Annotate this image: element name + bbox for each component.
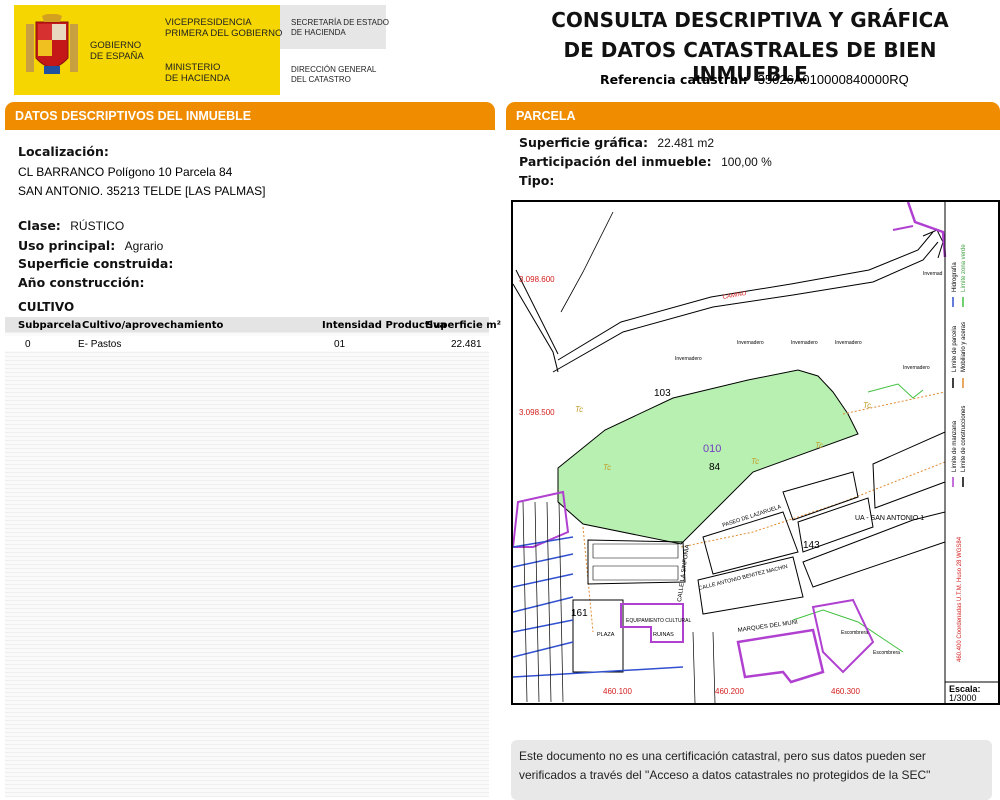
coords-note: 460.400 Coordenadas U.T.M. Huso 28 WGS84 <box>957 536 963 662</box>
cultivo-table <box>5 317 489 797</box>
localizacion-label: Localización: <box>18 144 109 159</box>
paseo-label: PASEO DE LAZARUELA <box>722 504 783 529</box>
marques-label: MARQUES DEL MUNI <box>737 620 798 634</box>
coord-x1: 460.100 <box>603 687 632 696</box>
coord-x2: 460.200 <box>715 687 744 696</box>
legend-hidro: Hidrografía <box>952 262 958 292</box>
coord-y2: 3.098.500 <box>519 408 555 417</box>
localizacion-line2: SAN ANTONIO. 35213 TELDE [LAS PALMAS] <box>18 184 266 198</box>
poligono-label: 010 <box>703 443 721 455</box>
equipamiento-label: EQUIPAMIENTO CULTURAL <box>626 618 692 624</box>
th-superficie: Superficie m² <box>426 320 502 331</box>
parcel-number: 84 <box>709 462 721 473</box>
participacion-row: Participación del inmueble: 100,00 % <box>519 154 772 169</box>
cell-intensidad: 01 <box>334 339 346 350</box>
camino-label: CAMINO <box>722 291 747 301</box>
ua-label: UA - SAN ANTONIO 1 <box>855 515 924 522</box>
ruinas-label: RUINAS <box>653 632 674 638</box>
tc-label-1: Tc <box>575 405 583 414</box>
invernad-label: Invernad <box>923 271 943 277</box>
cell-cultivo: E- Pastos <box>78 339 122 350</box>
tc-label-3: Tc <box>751 457 759 466</box>
legend-mobiliario: Mobiliario y aceras <box>961 322 967 372</box>
th-cultivo: Cultivo/aprovechamiento <box>82 320 224 331</box>
superficie-grafica-row: Superficie gráfica: 22.481 m2 <box>519 135 715 150</box>
uso-row: Uso principal: Agrario <box>18 238 164 253</box>
cell-superficie: 22.481 <box>451 339 482 350</box>
coord-x3: 460.300 <box>831 687 860 696</box>
legend-construcciones: Límite de construcciones <box>961 406 967 472</box>
label-103: 103 <box>654 388 671 399</box>
page-title-line1: CONSULTA DESCRIPTIVA Y GRÁFICA <box>551 8 949 32</box>
localizacion-line1: CL BARRANCO Polígono 10 Parcela 84 <box>18 165 233 179</box>
section-underline-right <box>506 127 1000 130</box>
section-datos-descriptivos: DATOS DESCRIPTIVOS DEL INMUEBLE <box>5 102 495 127</box>
tc-label-2: Tc <box>603 463 611 472</box>
tc-label-4: Tc <box>815 441 823 450</box>
plaza-label: PLAZA <box>597 632 615 638</box>
invernadero-label-1: Invernadero <box>675 356 702 362</box>
invernadero-label-3: Invernadero <box>791 340 818 346</box>
escala-value: 1/3000 <box>949 693 977 703</box>
clase-row: Clase: RÚSTICO <box>18 218 125 233</box>
escombrera-label-1: Escombrera <box>841 630 868 636</box>
section-parcela: PARCELA <box>506 102 1000 127</box>
tipo-label: Tipo: <box>519 173 555 188</box>
cadastral-map[interactable]: 3.098.600 3.098.500 460.100 460.200 460.… <box>511 200 1000 705</box>
escombrera-label-2: Escombrera <box>873 650 900 656</box>
calle-sinfonia-label: CALLE LA SINFONIA <box>677 544 691 602</box>
superficie-construida-label: Superficie construida: <box>18 256 174 271</box>
label-161: 161 <box>571 608 588 619</box>
vice-label: VICEPRESIDENCIA PRIMERA DEL GOBIERNO <box>165 17 283 39</box>
gov-label: GOBIERNO DE ESPAÑA <box>90 40 144 62</box>
anio-construccion-label: Año construcción: <box>18 275 145 290</box>
cultivo-title: CULTIVO <box>18 300 75 314</box>
label-143: 143 <box>803 540 820 551</box>
invernadero-label-2: Invernadero <box>737 340 764 346</box>
ministry-label: MINISTERIO DE HACIENDA <box>165 62 230 84</box>
coord-y1: 3.098.600 <box>519 275 555 284</box>
legend-parcela: Límite de parcela <box>952 325 958 372</box>
invernadero-label-5: Invernadero <box>903 365 930 371</box>
disclaimer-notice: Este documento no es una certificación c… <box>511 740 992 800</box>
parcel-84-shape <box>557 369 859 545</box>
cell-subparcela: 0 <box>25 339 31 350</box>
direccion-label: DIRECCIÓN GENERAL DEL CATASTRO <box>291 65 377 84</box>
legend-verde: Límite zona verde <box>961 244 967 292</box>
section-underline <box>5 127 495 130</box>
invernadero-label-4: Invernadero <box>835 340 862 346</box>
coat-of-arms-icon <box>26 14 78 74</box>
referencia-catastral: Referencia catastral: 35026A010000840000R… <box>600 72 909 87</box>
legend-manzana: Límite de manzana <box>952 420 958 472</box>
tc-label-5: Tc <box>863 401 871 410</box>
th-subparcela: Subparcela <box>18 320 82 331</box>
secretaria-label: SECRETARÍA DE ESTADO DE HACIENDA <box>291 18 389 37</box>
map-canvas: 3.098.600 3.098.500 460.100 460.200 460.… <box>513 202 998 703</box>
